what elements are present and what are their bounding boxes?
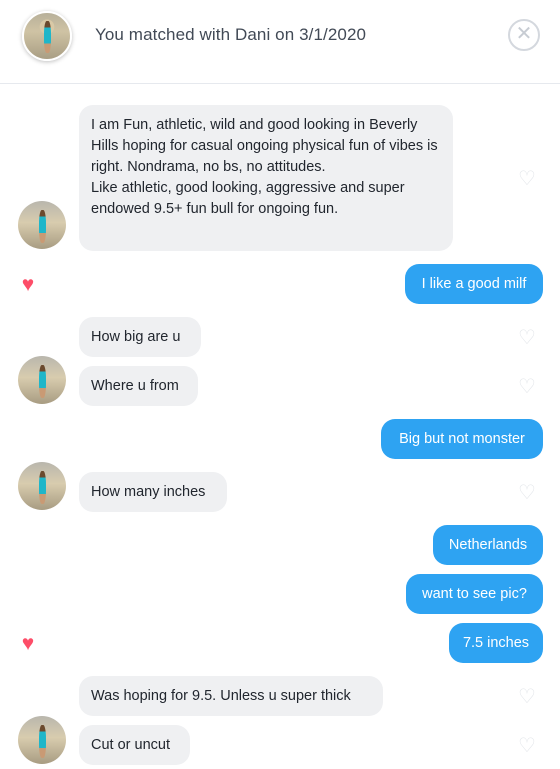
match-header: You matched with Dani on 3/1/2020 ✕ xyxy=(0,0,560,84)
like-heart-outline-icon[interactable]: ♡ xyxy=(516,377,538,397)
like-heart-outline-icon[interactable]: ♡ xyxy=(516,483,538,503)
message-bubble-outgoing: Big but not monster xyxy=(381,419,543,459)
message-bubble-incoming: Where u from xyxy=(79,366,198,406)
message-bubble-incoming: I am Fun, athletic, wild and good lookin… xyxy=(79,105,453,251)
message-bubble-incoming: How many inches xyxy=(79,472,227,512)
sender-avatar[interactable] xyxy=(18,201,66,249)
sender-avatar[interactable] xyxy=(18,356,66,404)
like-heart-outline-icon[interactable]: ♡ xyxy=(516,169,538,189)
close-icon[interactable]: ✕ xyxy=(508,19,540,51)
message-bubble-incoming: Cut or uncut xyxy=(79,725,190,765)
liked-heart-icon[interactable]: ♥ xyxy=(17,274,39,295)
message-bubble-outgoing: 7.5 inches xyxy=(449,623,543,663)
message-bubble-outgoing: I like a good milf xyxy=(405,264,543,304)
message-bubble-outgoing: Netherlands xyxy=(433,525,543,565)
liked-heart-icon[interactable]: ♥ xyxy=(17,633,39,654)
sender-avatar[interactable] xyxy=(18,462,66,510)
match-title: You matched with Dani on 3/1/2020 xyxy=(95,25,367,44)
message-bubble-incoming: Was hoping for 9.5. Unless u super thick xyxy=(79,676,383,716)
match-avatar[interactable] xyxy=(22,11,72,61)
sender-avatar[interactable] xyxy=(18,716,66,764)
message-bubble-outgoing: want to see pic? xyxy=(406,574,543,614)
like-heart-outline-icon[interactable]: ♡ xyxy=(516,687,538,707)
like-heart-outline-icon[interactable]: ♡ xyxy=(516,328,538,348)
message-bubble-incoming: How big are u xyxy=(79,317,201,357)
like-heart-outline-icon[interactable]: ♡ xyxy=(516,736,538,756)
